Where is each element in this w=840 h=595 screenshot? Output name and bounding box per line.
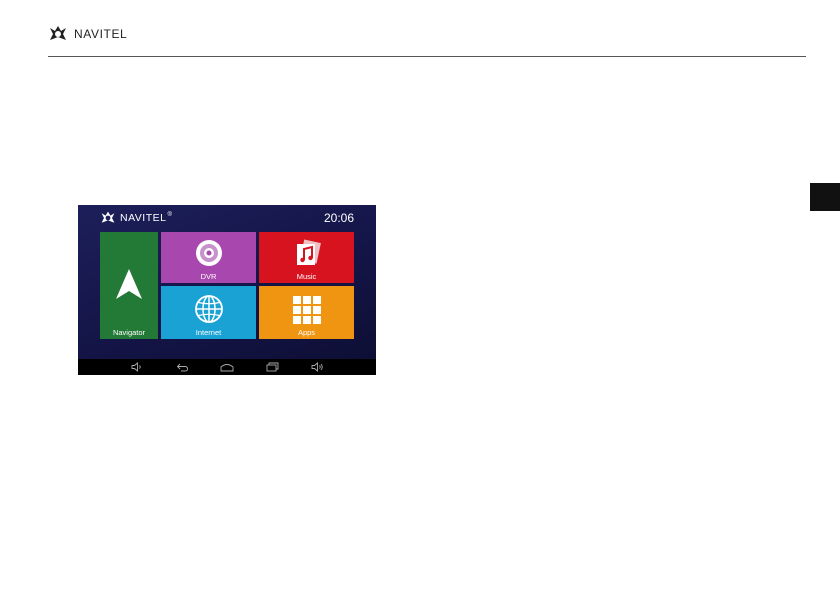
device-navitel-logo: NAVITEL ® [100,210,172,226]
device-home-screen: NAVITEL ® 20:06 Navigator DVR Music Inte… [78,205,376,375]
device-clock: 20:06 [323,211,354,225]
apps-grid-icon [292,296,321,324]
header-divider [48,56,806,57]
tile-label: Navigator [112,328,146,337]
tile-label: DVR [200,272,217,281]
tile-internet[interactable]: Internet [161,286,256,339]
tile-label: Apps [297,328,316,337]
tile-label: Internet [195,328,222,337]
volume-down-icon[interactable] [131,362,143,372]
section-tab-marker [810,183,840,211]
tile-label: Music [296,272,317,281]
navigator-arrow-icon [116,269,142,299]
navitel-logo: NAVITEL [48,24,127,44]
tile-navigator[interactable]: Navigator [100,232,158,339]
tile-music[interactable]: Music [259,232,354,283]
navitel-wordmark: NAVITEL [74,27,128,41]
navitel-emblem-icon [50,26,66,40]
registered-mark: ® [167,212,172,218]
globe-icon [194,295,223,323]
tile-apps[interactable]: Apps [259,286,354,339]
volume-up-icon[interactable] [311,362,324,372]
back-icon[interactable] [176,362,189,372]
music-note-icon [296,239,321,265]
system-navigation-bar [78,359,376,375]
recent-apps-icon[interactable] [266,362,279,372]
device-wordmark: NAVITEL [120,212,167,224]
dvr-camera-icon [195,240,222,266]
navitel-emblem-icon [101,211,115,223]
device-status-header: NAVITEL ® 20:06 [78,205,376,231]
tile-dvr[interactable]: DVR [161,232,256,283]
home-icon[interactable] [220,362,234,372]
